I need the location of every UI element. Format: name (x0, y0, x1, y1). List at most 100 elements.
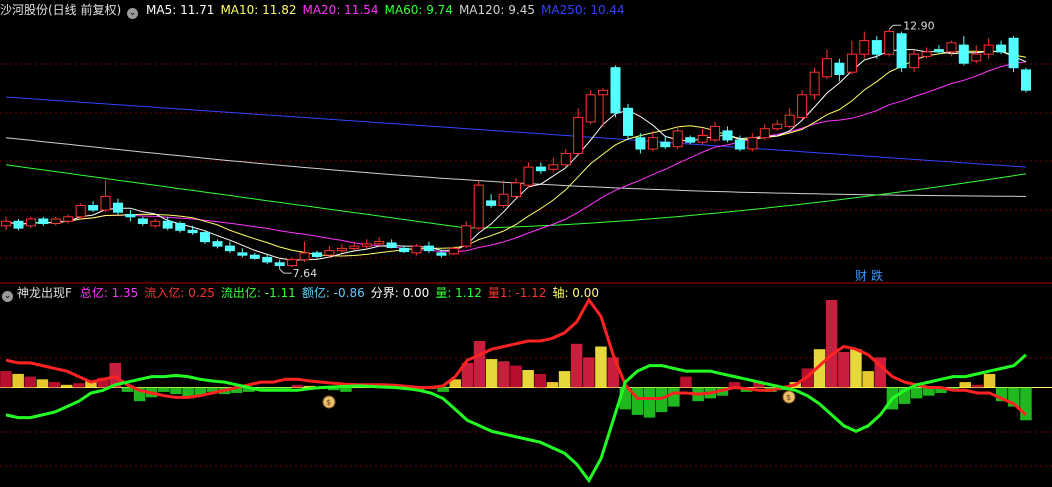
candle (772, 123, 783, 130)
volume-bar (291, 384, 304, 388)
volume-bar (546, 382, 559, 388)
candle (822, 58, 832, 78)
low-pointer (279, 268, 292, 274)
candle (374, 241, 385, 245)
candle (921, 51, 932, 57)
candle (784, 114, 795, 127)
candle (759, 128, 770, 139)
candle (672, 130, 683, 148)
candle (871, 40, 882, 55)
candle (933, 49, 944, 53)
candle (224, 245, 235, 252)
candle (971, 53, 982, 62)
candle (100, 195, 111, 211)
candle (361, 243, 372, 247)
candle (846, 53, 857, 73)
candle (486, 200, 497, 206)
candle (610, 67, 621, 114)
volume-bar (24, 376, 36, 388)
candle (511, 182, 521, 197)
volume-bar (12, 373, 24, 388)
candle (13, 220, 24, 229)
candle (498, 193, 509, 206)
candle (187, 229, 198, 234)
candle (38, 218, 49, 224)
ma5-line (5, 49, 1027, 261)
candle (336, 247, 347, 252)
candle (635, 137, 646, 150)
candle (1021, 69, 1031, 91)
candle (274, 262, 285, 266)
volume-bar (558, 371, 571, 388)
candle (722, 130, 733, 141)
volume-bar (534, 373, 546, 388)
event-marker: 跌 (871, 268, 883, 283)
candle (312, 252, 322, 257)
volume-bar (485, 359, 498, 388)
volume-bar (825, 300, 838, 388)
volume-bar (595, 346, 607, 388)
candle (423, 245, 434, 252)
volume-bar (48, 382, 61, 388)
candle (909, 53, 920, 69)
money-bag-icon: $ (322, 395, 336, 409)
candle (162, 220, 173, 229)
candle (809, 71, 820, 96)
candle (660, 141, 671, 148)
candle (200, 232, 210, 243)
candle (249, 254, 260, 259)
candle (623, 107, 633, 136)
volume-bar (1020, 387, 1032, 421)
candle (685, 137, 696, 143)
candle (523, 166, 534, 186)
volume-bar (570, 343, 583, 388)
candle (747, 137, 758, 150)
candle (287, 259, 298, 267)
candle (797, 94, 808, 118)
money-bag-icon: $ (782, 390, 796, 404)
candle (411, 245, 422, 254)
candle (647, 137, 658, 150)
volume-bar (340, 387, 352, 392)
volume-bar (983, 373, 996, 388)
candle (125, 214, 136, 218)
volume-bar (680, 376, 692, 388)
candle (262, 256, 273, 263)
candle (399, 247, 410, 253)
candle (710, 125, 720, 141)
candle (983, 44, 994, 55)
candle (896, 33, 907, 69)
candle (834, 62, 845, 76)
candle (473, 184, 484, 229)
candle (548, 164, 559, 170)
volume-bar (36, 379, 49, 388)
stock-chart: $ $ 12.90 7.64 财跌 (0, 19, 1052, 484)
candle (448, 247, 459, 255)
event-marker: 财 (855, 269, 867, 283)
candle (734, 139, 745, 150)
money-bag-symbol: $ (326, 398, 331, 407)
candle (535, 166, 546, 172)
volume-bar (668, 387, 680, 407)
volume-bar (631, 387, 644, 415)
candle (461, 225, 472, 247)
low-label: 7.64 (293, 267, 318, 280)
volume-bar (170, 387, 182, 395)
inflow-line (5, 297, 1028, 417)
high-pointer (888, 24, 902, 30)
volume-bar (60, 384, 73, 388)
candle (349, 245, 360, 249)
volume-bar (959, 382, 971, 388)
candle (585, 94, 596, 123)
candle (859, 40, 870, 55)
candle (598, 89, 609, 96)
volume-bar (473, 341, 486, 388)
candle (697, 134, 708, 143)
candle (50, 218, 61, 224)
candle (1008, 37, 1019, 69)
volume-bar (862, 371, 874, 388)
candle (150, 220, 161, 227)
candle (996, 44, 1007, 53)
volume-bar (158, 387, 170, 392)
candle (175, 223, 186, 231)
